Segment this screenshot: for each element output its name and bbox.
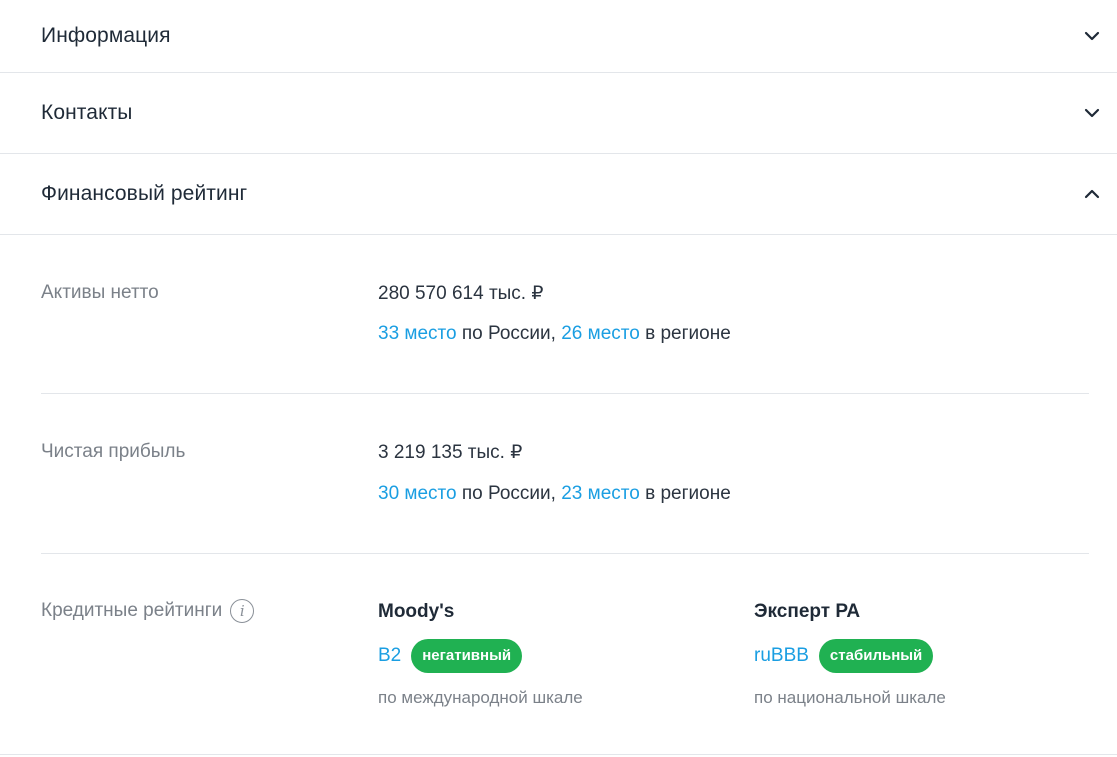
rating-row-moodys: B2 негативный (378, 639, 523, 673)
profit-rank: 30 место по России, 23 место в регионе (378, 483, 731, 505)
scale-moodys: по международной шкале (378, 688, 583, 707)
assets-rank: 33 место по России, 26 место в регионе (378, 323, 731, 345)
agency-name-moodys: Moody's (378, 601, 455, 622)
assets-rank-region-link[interactable]: 26 место (561, 323, 640, 344)
chevron-up-icon[interactable] (1080, 182, 1104, 206)
credit-label: Кредитные рейтинги (41, 600, 223, 621)
assets-rank-country-link[interactable]: 33 место (378, 323, 457, 344)
profit-rank-country-link[interactable]: 30 место (378, 483, 457, 504)
credit-label-row: Кредитные рейтинги i (41, 599, 255, 623)
assets-rank-region-text: в регионе (639, 323, 731, 344)
divider (0, 234, 1117, 235)
profit-rank-region-link[interactable]: 23 место (561, 483, 640, 504)
assets-rank-country-text: по России, (456, 323, 562, 344)
outlook-badge-expert-ra: стабильный (818, 639, 934, 673)
section-header-info[interactable]: Информация (0, 0, 1117, 72)
section-header-contacts[interactable]: Контакты (0, 73, 1117, 153)
profit-label: Чистая прибыль (41, 441, 186, 462)
divider (0, 754, 1117, 755)
scale-expert-ra: по национальной шкале (754, 688, 946, 707)
section-title-contacts: Контакты (41, 101, 133, 124)
outlook-badge-moodys: негативный (411, 639, 523, 673)
info-icon[interactable]: i (230, 599, 255, 623)
section-title-financial: Финансовый рейтинг (41, 182, 248, 205)
profit-value: 3 219 135 тыс. ₽ (378, 442, 523, 463)
divider (41, 393, 1089, 394)
agency-name-expert-ra: Эксперт РА (754, 601, 861, 622)
rating-row-expert-ra: ruBBB стабильный (754, 639, 934, 673)
chevron-down-icon[interactable] (1080, 24, 1104, 48)
profit-rank-country-text: по России, (456, 483, 562, 504)
profit-rank-region-text: в регионе (639, 483, 731, 504)
assets-label: Активы нетто (41, 282, 159, 303)
section-header-financial[interactable]: Финансовый рейтинг (0, 154, 1117, 234)
rating-code-moodys[interactable]: B2 (378, 645, 401, 667)
divider (41, 553, 1089, 554)
section-title-info: Информация (41, 24, 171, 47)
assets-value: 280 570 614 тыс. ₽ (378, 283, 544, 304)
chevron-down-icon[interactable] (1080, 101, 1104, 125)
rating-code-expert-ra[interactable]: ruBBB (754, 645, 809, 667)
